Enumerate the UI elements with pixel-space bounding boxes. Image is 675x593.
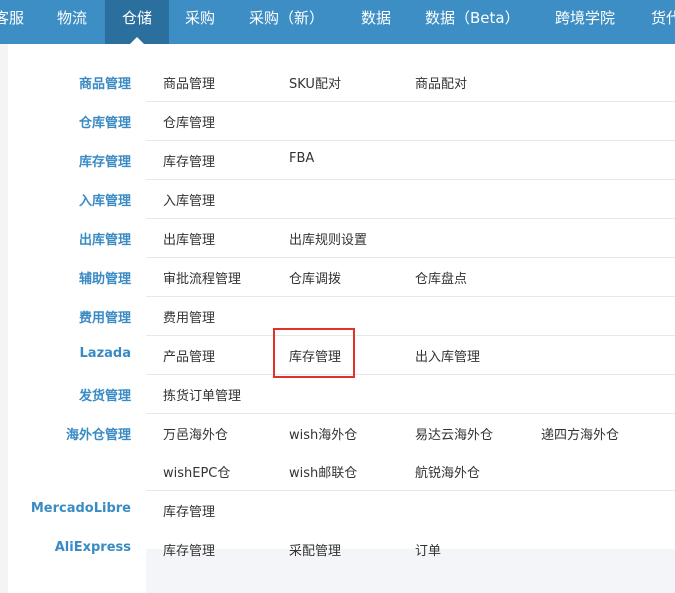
category-inbound-management[interactable]: 入库管理	[79, 190, 131, 209]
category-aliexpress[interactable]: AliExpress	[55, 540, 131, 555]
nav-item-purchasing[interactable]: 采购	[185, 0, 215, 44]
menu-row-product-management: 商品管理 商品管理 SKU配对 商品配对	[0, 63, 675, 102]
top-navigation-bar: 客服 物流 仓储 采购 采购（新） 数据 数据（Beta） 跨境学院 货代	[0, 0, 675, 44]
link-cost-management[interactable]: 费用管理	[163, 307, 215, 326]
link-wish-postal[interactable]: wish邮联仓	[289, 462, 357, 481]
link-outbound-rules[interactable]: 出库规则设置	[289, 229, 367, 248]
menu-row-mercadolibre: MercadoLibre 库存管理	[0, 491, 675, 530]
nav-item-purchasing-new[interactable]: 采购（新）	[249, 0, 324, 44]
link-product-management[interactable]: 商品管理	[163, 73, 215, 92]
link-mercadolibre-inventory[interactable]: 库存管理	[163, 501, 215, 520]
link-warehouse-stocktake[interactable]: 仓库盘点	[415, 268, 467, 287]
active-pointer-icon	[130, 37, 144, 44]
link-fba[interactable]: FBA	[289, 151, 314, 166]
link-picking-orders[interactable]: 拣货订单管理	[163, 385, 241, 404]
nav-item-label: 跨境学院	[555, 9, 616, 27]
link-yidayun-overseas[interactable]: 易达云海外仓	[415, 424, 493, 443]
link-lazada-product-management[interactable]: 产品管理	[163, 346, 215, 365]
category-cost-management[interactable]: 费用管理	[79, 307, 131, 326]
link-warehouse-management[interactable]: 仓库管理	[163, 112, 215, 131]
menu-row-shipping-management: 发货管理 拣货订单管理	[0, 375, 675, 414]
category-warehouse-management[interactable]: 仓库管理	[79, 112, 131, 131]
category-overseas-warehouse[interactable]: 海外仓管理	[66, 424, 131, 443]
nav-item-freight-forwarder[interactable]: 货代	[651, 0, 675, 44]
link-inbound-management[interactable]: 入库管理	[163, 190, 215, 209]
menu-row-inventory-management: 库存管理 库存管理 FBA	[0, 141, 675, 180]
nav-item-label: 数据（Beta）	[425, 9, 520, 27]
link-4px-overseas[interactable]: 递四方海外仓	[541, 424, 619, 443]
link-wish-overseas[interactable]: wish海外仓	[289, 424, 357, 443]
nav-item-data-beta[interactable]: 数据（Beta）	[425, 0, 520, 44]
nav-item-label: 采购	[185, 9, 216, 27]
menu-row-overseas-warehouse: 海外仓管理 万邑海外仓 wish海外仓 易达云海外仓 递四方海外仓 wishEP…	[0, 414, 675, 491]
nav-item-customer-service[interactable]: 客服	[0, 0, 38, 44]
category-outbound-management[interactable]: 出库管理	[79, 229, 131, 248]
category-mercadolibre[interactable]: MercadoLibre	[31, 501, 131, 516]
nav-item-warehouse[interactable]: 仓储	[105, 0, 169, 44]
nav-item-label: 采购（新）	[249, 9, 325, 27]
nav-item-label: 物流	[57, 9, 88, 27]
link-aliexpress-inventory[interactable]: 库存管理	[163, 540, 215, 559]
nav-item-label: 仓储	[121, 9, 152, 27]
menu-row-aliexpress: AliExpress 库存管理 采配管理 订单	[0, 530, 675, 569]
category-inventory-management[interactable]: 库存管理	[79, 151, 131, 170]
nav-item-cross-border-academy[interactable]: 跨境学院	[555, 0, 615, 44]
menu-row-auxiliary-management: 辅助管理 审批流程管理 仓库调拨 仓库盘点	[0, 258, 675, 297]
nav-item-label: 客服	[0, 9, 25, 27]
menu-row-inbound-management: 入库管理 入库管理	[0, 180, 675, 219]
nav-item-label: 数据	[361, 9, 392, 27]
nav-item-data[interactable]: 数据	[361, 0, 391, 44]
nav-item-logistics[interactable]: 物流	[57, 0, 87, 44]
category-lazada[interactable]: Lazada	[80, 346, 131, 361]
link-wanyi-overseas[interactable]: 万邑海外仓	[163, 424, 228, 443]
link-product-pairing[interactable]: 商品配对	[415, 73, 467, 92]
category-shipping-management[interactable]: 发货管理	[79, 385, 131, 404]
link-approval-flow[interactable]: 审批流程管理	[163, 268, 241, 287]
highlight-box	[273, 328, 355, 378]
link-warehouse-transfer[interactable]: 仓库调拨	[289, 268, 341, 287]
link-inventory-management[interactable]: 库存管理	[163, 151, 215, 170]
nav-item-label: 货代	[651, 9, 675, 27]
link-outbound-management[interactable]: 出库管理	[163, 229, 215, 248]
link-aliexpress-orders[interactable]: 订单	[415, 540, 441, 559]
menu-row-outbound-management: 出库管理 出库管理 出库规则设置	[0, 219, 675, 258]
link-lazada-stock-in-out[interactable]: 出入库管理	[415, 346, 480, 365]
category-product-management[interactable]: 商品管理	[79, 73, 131, 92]
link-hangrui-overseas[interactable]: 航锐海外仓	[415, 462, 480, 481]
category-auxiliary-management[interactable]: 辅助管理	[79, 268, 131, 287]
link-wish-epc[interactable]: wishEPC仓	[163, 462, 230, 481]
link-sku-pairing[interactable]: SKU配对	[289, 73, 341, 92]
menu-row-warehouse-management: 仓库管理 仓库管理	[0, 102, 675, 141]
link-aliexpress-allocation[interactable]: 采配管理	[289, 540, 341, 559]
